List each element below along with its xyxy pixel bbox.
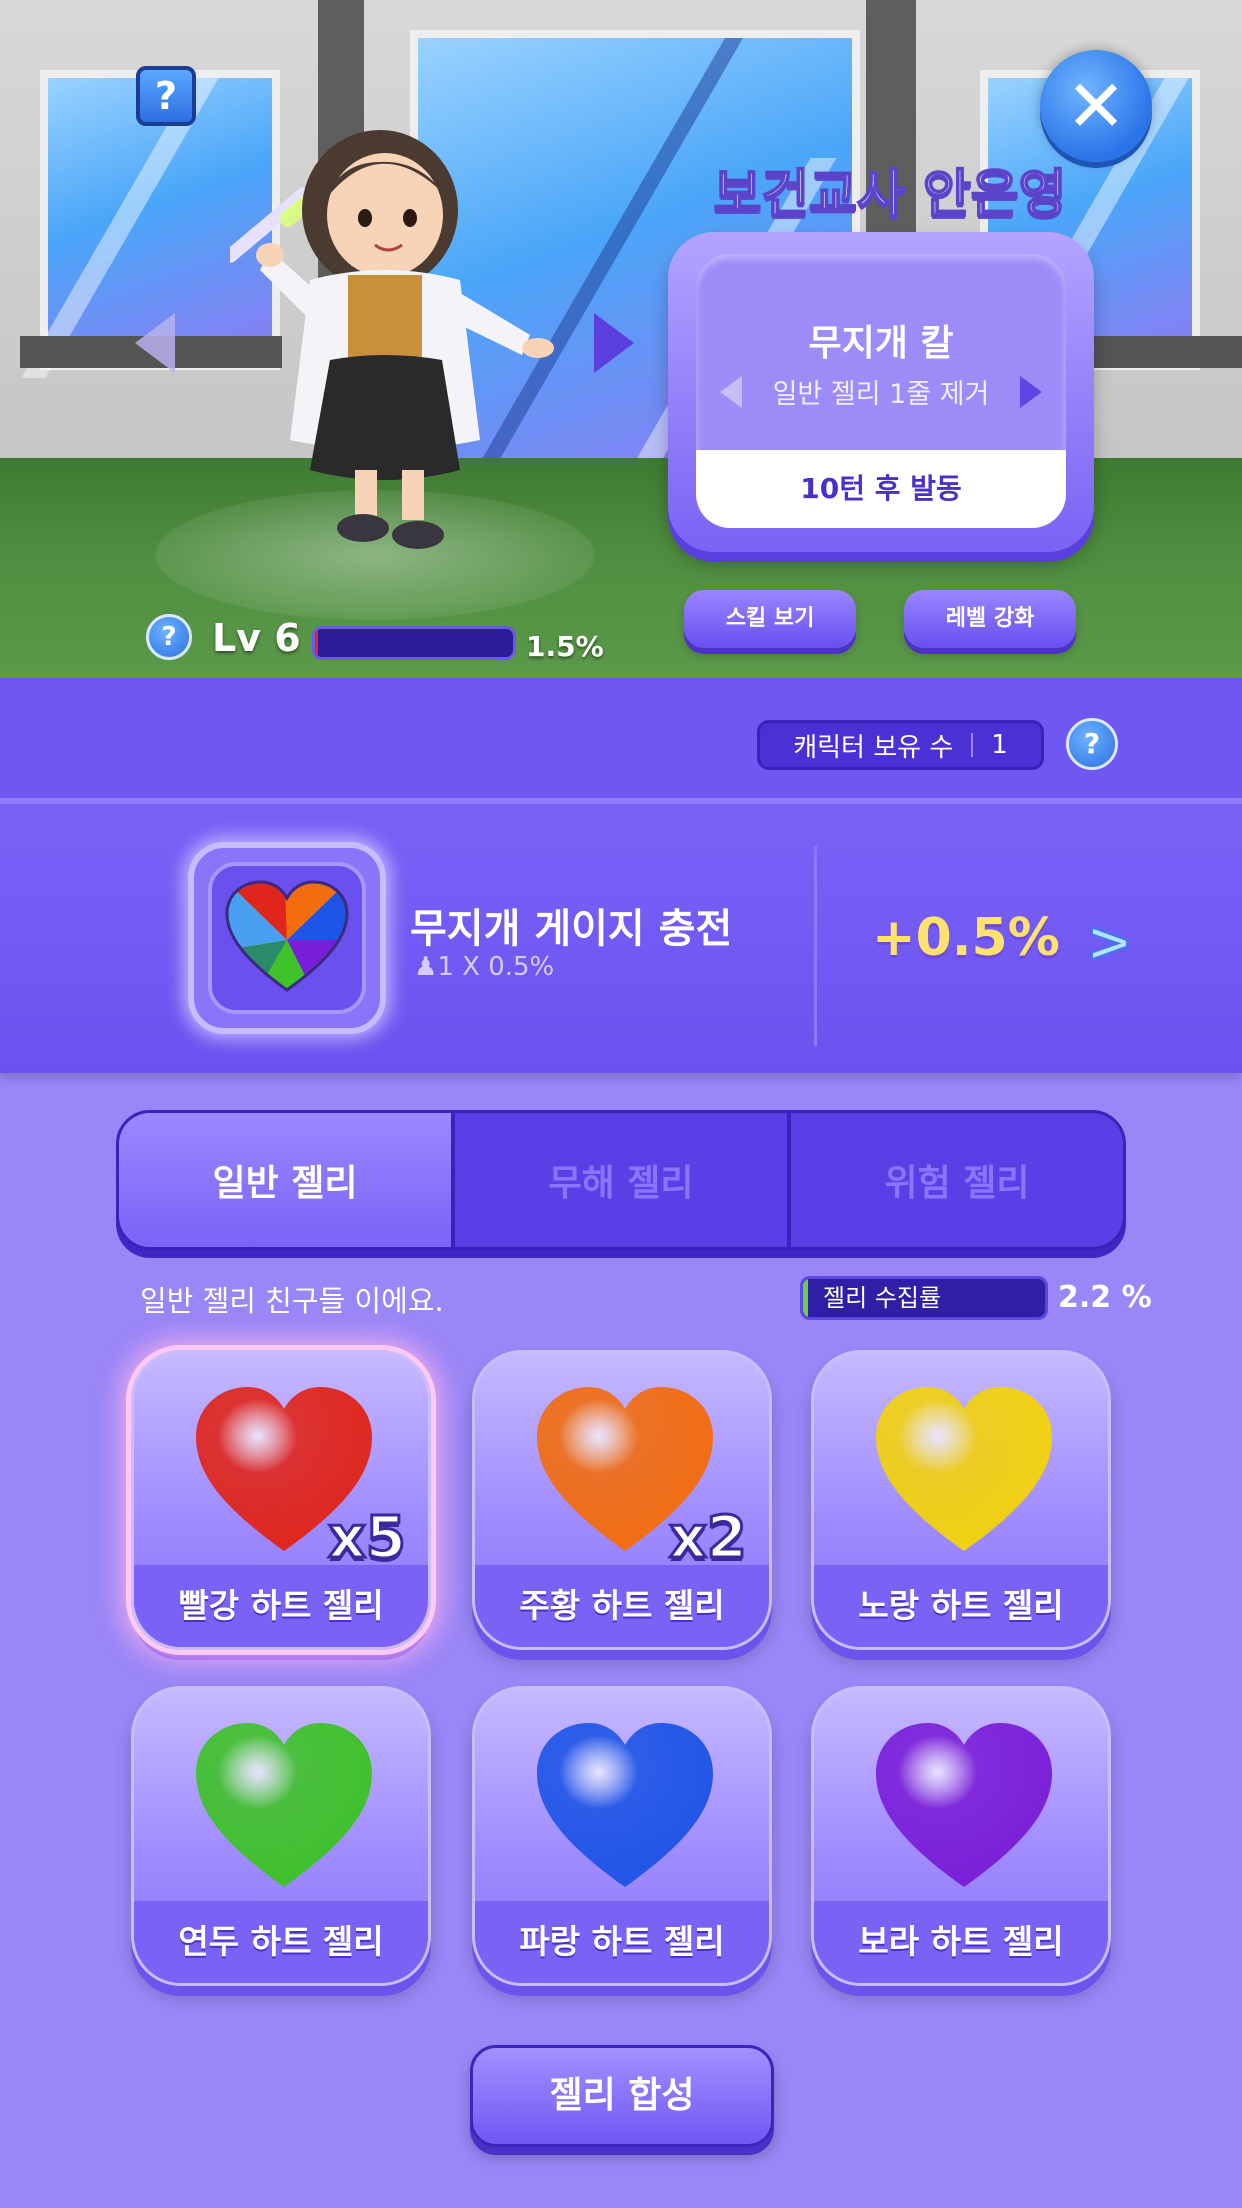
heart-jelly-icon xyxy=(537,1723,713,1887)
jelly-name: 빨강 하트 젤리 xyxy=(178,1586,384,1625)
close-icon: ✕ xyxy=(1065,64,1127,148)
skill-trigger: 10턴 후 발동 xyxy=(696,450,1066,528)
tab-normal-jelly[interactable]: 일반 젤리 xyxy=(119,1113,451,1247)
section-description: 일반 젤리 친구들 이에요. xyxy=(140,1284,444,1318)
heart-jelly-icon xyxy=(196,1723,372,1887)
collection-progress-bar: 젤리 수집률 xyxy=(800,1276,1048,1320)
skill-next-arrow[interactable] xyxy=(1020,376,1042,408)
heart-jelly-icon xyxy=(876,1387,1052,1551)
level-up-button[interactable]: 레벨 강화 xyxy=(904,590,1076,648)
collection-percent: 2.2 % xyxy=(1058,1280,1152,1315)
level-label: Lv 6 xyxy=(212,616,301,660)
owned-label: 캐릭터 보유 수 xyxy=(793,732,954,763)
bonus-icon-frame xyxy=(188,842,386,1034)
rainbow-heart-icon xyxy=(225,880,349,992)
jelly-card[interactable]: 노랑 하트 젤리 xyxy=(811,1350,1111,1650)
collection-progress-fill xyxy=(803,1279,809,1317)
owned-count-pill: 캐릭터 보유 수 1 xyxy=(757,720,1044,770)
jelly-count: x5 xyxy=(327,1502,408,1573)
level-percent: 1.5% xyxy=(526,630,604,663)
level-help-icon[interactable]: ? xyxy=(146,614,192,660)
heart-jelly-icon xyxy=(876,1723,1052,1887)
jelly-card[interactable]: x2 주황 하트 젤리 xyxy=(472,1350,772,1650)
tab-danger-jelly[interactable]: 위험 젤리 xyxy=(787,1113,1123,1247)
owned-help-icon[interactable]: ? xyxy=(1066,718,1118,770)
bonus-title: 무지개 게이지 충전 xyxy=(410,906,733,952)
owned-count: 1 xyxy=(991,730,1008,760)
level-progress-bar xyxy=(312,626,516,660)
question-portrait-icon[interactable]: ? xyxy=(136,66,196,126)
jelly-card[interactable]: 보라 하트 젤리 xyxy=(811,1686,1111,1986)
bonus-formula: ♟1 X 0.5% xyxy=(414,952,555,982)
jelly-name: 파랑 하트 젤리 xyxy=(519,1922,725,1961)
jelly-name: 연두 하트 젤리 xyxy=(178,1922,384,1961)
view-skill-button[interactable]: 스킬 보기 xyxy=(684,590,856,648)
jelly-name: 주황 하트 젤리 xyxy=(519,1586,725,1625)
skill-description: 일반 젤리 1줄 제거 xyxy=(772,379,990,410)
skill-name: 무지개 칼 xyxy=(808,323,954,364)
skill-card: 무지개 칼 일반 젤리 1줄 제거 10턴 후 발동 xyxy=(668,232,1094,552)
jelly-card[interactable]: 파랑 하트 젤리 xyxy=(472,1686,772,1986)
character-illustration xyxy=(230,130,554,549)
chevron-right-icon[interactable]: > xyxy=(1085,909,1134,976)
synthesize-button[interactable]: 젤리 합성 xyxy=(470,2045,774,2147)
close-button[interactable]: ✕ xyxy=(1040,50,1152,162)
bonus-value: +0.5% xyxy=(872,908,1060,968)
tab-harmless-jelly[interactable]: 무해 젤리 xyxy=(451,1113,787,1247)
skill-card-inner: 무지개 칼 일반 젤리 1줄 제거 10턴 후 발동 xyxy=(696,254,1066,528)
next-character-arrow[interactable] xyxy=(594,313,634,373)
collection-label: 젤리 수집률 xyxy=(823,1284,942,1312)
jelly-tabs: 일반 젤리 무해 젤리 위험 젤리 xyxy=(116,1110,1126,1250)
jelly-count: x2 xyxy=(668,1502,749,1573)
jelly-card[interactable]: 연두 하트 젤리 xyxy=(131,1686,431,1986)
level-progress-fill xyxy=(315,629,318,657)
person-icon: ♟ xyxy=(414,952,438,982)
jelly-name: 노랑 하트 젤리 xyxy=(858,1586,1064,1625)
owned-band xyxy=(0,678,1242,798)
jelly-card[interactable]: x5 빨강 하트 젤리 xyxy=(131,1350,431,1650)
character-name: 보건교사 안은영 xyxy=(713,164,1068,226)
bonus-divider xyxy=(814,846,817,1046)
jelly-name: 보라 하트 젤리 xyxy=(858,1922,1064,1961)
prev-character-arrow[interactable] xyxy=(135,313,175,373)
